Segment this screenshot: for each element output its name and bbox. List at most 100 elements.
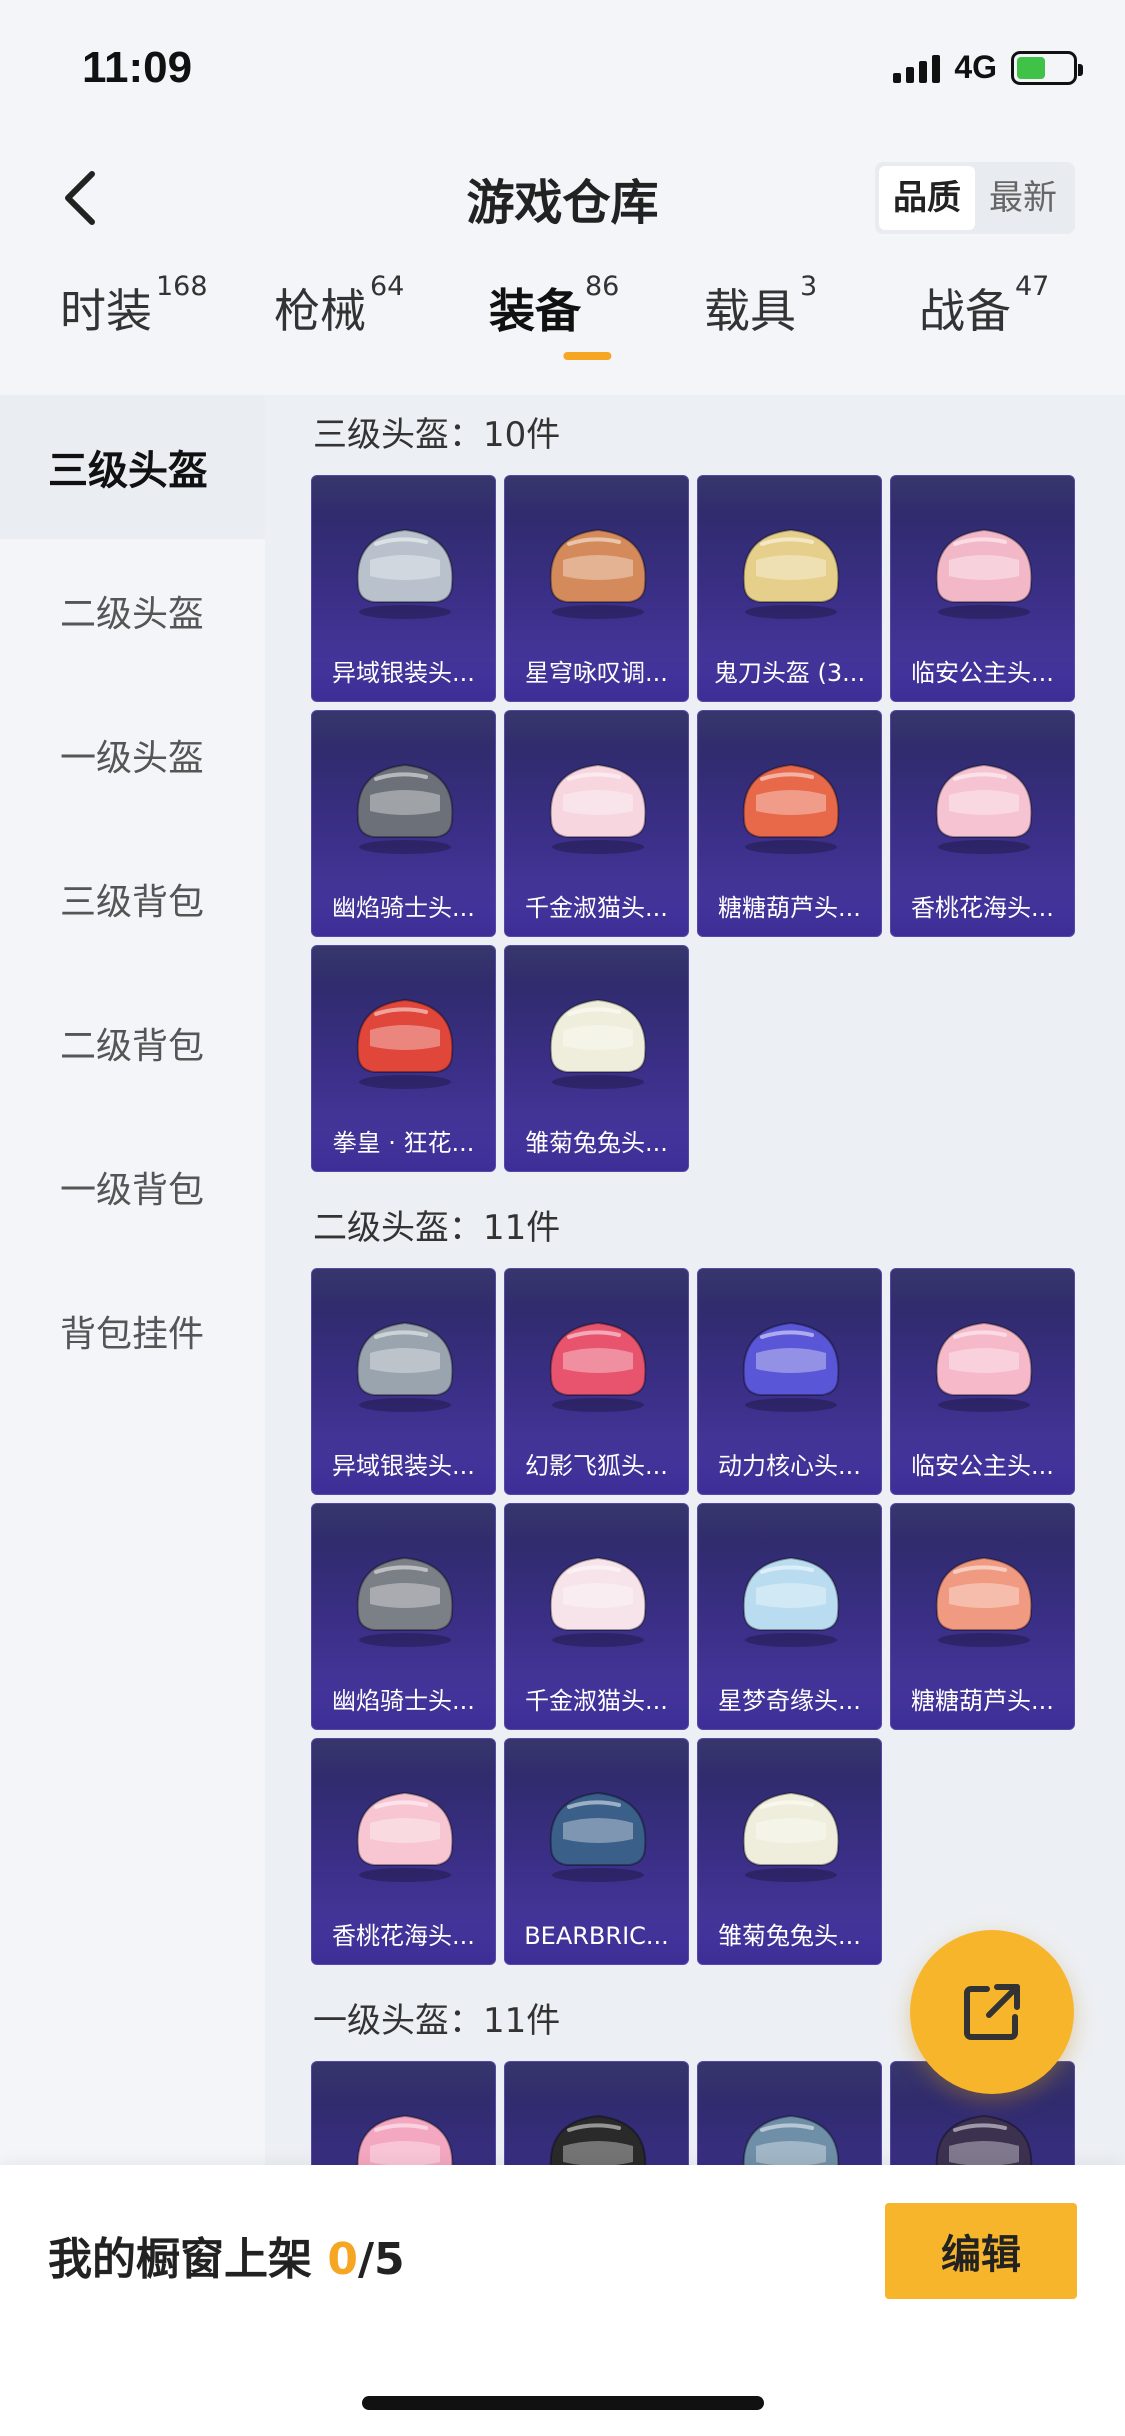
sidebar-item-helmet-lv3[interactable]: 三级头盔 — [0, 395, 265, 539]
item-name: 香桃花海头... — [891, 880, 1074, 936]
helmet-icon — [742, 1556, 840, 1647]
sidebar-item-backpack-charm[interactable]: 背包挂件 — [0, 1259, 265, 1403]
helmet-icon — [549, 528, 647, 619]
sort-option-quality[interactable]: 品质 — [879, 166, 975, 230]
item-grid: 异域银装头... 幻影飞狐头... 动力核心头... 临安公主头... 幽焰骑士头...… — [265, 1268, 1125, 1965]
item-name: 千金淑猫头... — [505, 880, 688, 936]
item-card[interactable]: 千金淑猫头... — [504, 1503, 689, 1730]
edit-button[interactable]: 编辑 — [885, 2203, 1077, 2299]
item-card[interactable]: 鬼刀头盔 (3... — [697, 475, 882, 702]
battery-icon — [1011, 50, 1083, 85]
network-label: 4G — [954, 49, 997, 85]
item-name: 星梦奇缘头... — [698, 1673, 881, 1729]
item-name: BEARBRIC... — [505, 1908, 688, 1964]
helmet-icon — [935, 1556, 1033, 1647]
item-card[interactable]: 异域银装头... — [311, 475, 496, 702]
helmet-icon — [549, 2114, 647, 2165]
item-card[interactable]: 香桃花海头... — [311, 1738, 496, 1965]
item-card[interactable]: 幽焰骑士头... — [311, 1503, 496, 1730]
item-card[interactable]: 星梦奇缘头... — [697, 1503, 882, 1730]
item-card[interactable]: 糖糖葫芦头... — [890, 1503, 1075, 1730]
item-card[interactable]: 千金淑猫头... — [504, 710, 689, 937]
tab-label: 载具 — [704, 284, 796, 338]
item-name: 星穹咏叹调... — [505, 645, 688, 701]
tab-equipment[interactable]: 装备 86 — [489, 271, 704, 385]
sidebar-item-helmet-lv2[interactable]: 二级头盔 — [0, 539, 265, 683]
chevron-left-icon — [65, 171, 95, 225]
category-tabs: 时装 168 枪械 64 装备 86 载具 3 战备 47 — [0, 271, 1125, 395]
tab-label: 时装 — [60, 284, 152, 338]
tab-count: 86 — [585, 271, 620, 302]
item-name: 糖糖葫芦头... — [698, 880, 881, 936]
helmet-icon — [356, 1321, 454, 1412]
helmet-icon — [935, 1321, 1033, 1412]
item-name: 幻影飞狐头... — [505, 1438, 688, 1494]
sidebar-item-helmet-lv1[interactable]: 一级头盔 — [0, 683, 265, 827]
item-name: 鬼刀头盔 (3... — [698, 645, 881, 701]
active-tab-indicator — [562, 352, 611, 360]
helmet-icon — [549, 1556, 647, 1647]
item-card[interactable]: 幻影飞狐头... — [504, 1268, 689, 1495]
sidebar-item-backpack-lv3[interactable]: 三级背包 — [0, 827, 265, 971]
sort-toggle: 品质 最新 — [875, 162, 1075, 234]
item-card[interactable]: 拳皇 · 狂花... — [311, 945, 496, 1172]
item-name: 动力核心头... — [698, 1438, 881, 1494]
item-card[interactable]: BEARBRIC... — [504, 1738, 689, 1965]
item-card[interactable] — [504, 2061, 689, 2165]
helmet-icon — [742, 2114, 840, 2165]
item-name: 幽焰骑士头... — [312, 880, 495, 936]
item-card[interactable]: 雏菊兔兔头... — [504, 945, 689, 1172]
item-list: 三级头盔：10件 异域银装头... 星穹咏叹调... 鬼刀头盔 (3... 临安公主头… — [265, 395, 1125, 2165]
item-name: 临安公主头... — [891, 1438, 1074, 1494]
sidebar-item-backpack-lv2[interactable]: 二级背包 — [0, 971, 265, 1115]
helmet-icon — [356, 998, 454, 1089]
item-name: 千金淑猫头... — [505, 1673, 688, 1729]
home-indicator — [362, 2396, 764, 2410]
status-time: 11:09 — [82, 42, 193, 92]
item-card[interactable]: 糖糖葫芦头... — [697, 710, 882, 937]
tab-weapons[interactable]: 枪械 64 — [274, 271, 489, 385]
helmet-icon — [742, 528, 840, 619]
item-card[interactable]: 雏菊兔兔头... — [697, 1738, 882, 1965]
showcase-status: 我的橱窗上架 0/5 — [48, 2223, 405, 2287]
tab-count: 3 — [800, 271, 818, 302]
item-card[interactable]: 幽焰骑士头... — [311, 710, 496, 937]
item-name: 糖糖葫芦头... — [891, 1673, 1074, 1729]
tab-label: 装备 — [489, 284, 581, 338]
tab-vehicles[interactable]: 载具 3 — [704, 271, 919, 385]
tab-fashion[interactable]: 时装 168 — [60, 271, 274, 385]
share-button[interactable] — [910, 1930, 1074, 2094]
sort-option-latest[interactable]: 最新 — [975, 166, 1071, 230]
tab-count: 64 — [370, 271, 405, 302]
sidebar-item-backpack-lv1[interactable]: 一级背包 — [0, 1115, 265, 1259]
helmet-icon — [356, 1556, 454, 1647]
tab-supplies[interactable]: 战备 47 — [919, 271, 1099, 385]
item-card[interactable]: 临安公主头... — [890, 1268, 1075, 1495]
helmet-icon — [356, 1791, 454, 1882]
item-grid: 异域银装头... 星穹咏叹调... 鬼刀头盔 (3... 临安公主头... 幽焰骑士头.… — [265, 475, 1125, 1172]
item-name: 雏菊兔兔头... — [698, 1908, 881, 1964]
item-card[interactable] — [311, 2061, 496, 2165]
showcase-total: /5 — [357, 2234, 405, 2285]
item-name: 异域银装头... — [312, 1438, 495, 1494]
back-button[interactable] — [50, 168, 110, 228]
header: 游戏仓库 品质 最新 — [0, 140, 1125, 255]
helmet-icon — [742, 763, 840, 854]
helmet-icon — [935, 528, 1033, 619]
helmet-icon — [549, 1321, 647, 1412]
item-card[interactable]: 异域银装头... — [311, 1268, 496, 1495]
item-name: 拳皇 · 狂花... — [312, 1115, 495, 1171]
item-card[interactable]: 临安公主头... — [890, 475, 1075, 702]
helmet-icon — [742, 1321, 840, 1412]
item-card[interactable]: 星穹咏叹调... — [504, 475, 689, 702]
item-name: 幽焰骑士头... — [312, 1673, 495, 1729]
helmet-icon — [549, 763, 647, 854]
helmet-icon — [356, 528, 454, 619]
item-card[interactable] — [697, 2061, 882, 2165]
item-card[interactable]: 香桃花海头... — [890, 710, 1075, 937]
helmet-icon — [549, 1791, 647, 1882]
status-bar: 11:09 4G — [0, 0, 1125, 135]
item-card[interactable]: 动力核心头... — [697, 1268, 882, 1495]
item-name: 异域银装头... — [312, 645, 495, 701]
helmet-icon — [935, 763, 1033, 854]
